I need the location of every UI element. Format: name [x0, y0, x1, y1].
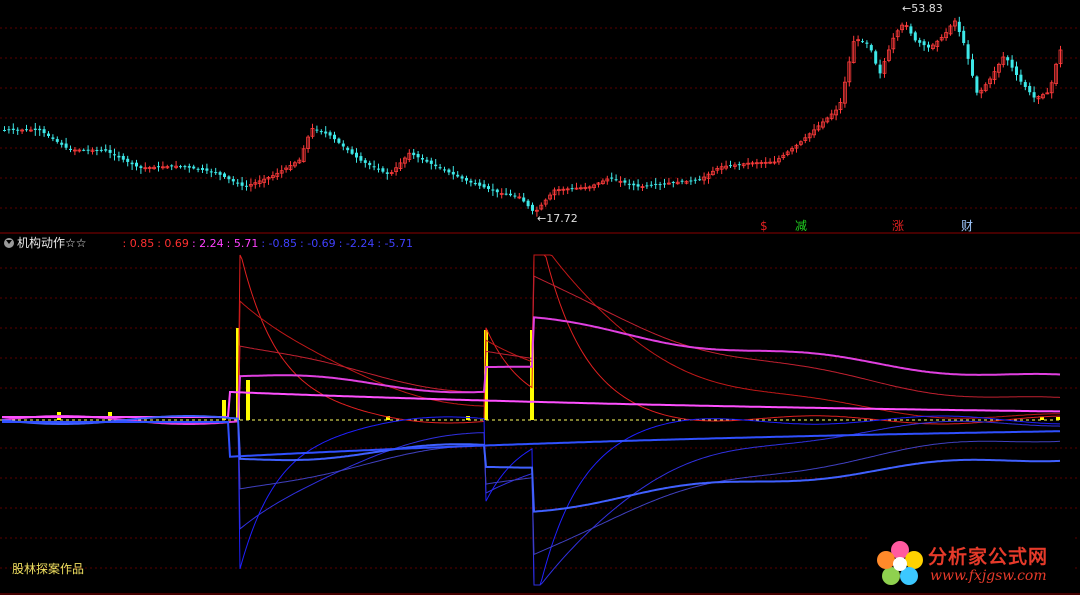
signal-tag-jian: 减 [795, 219, 808, 233]
signal-tag-dollar: $ [760, 219, 768, 233]
flower-logo-icon [877, 541, 923, 585]
indicator-header: 机构动作☆☆: 0.85: 0.69: 2.24: 5.71: -0.85: -… [4, 236, 416, 250]
indicator-value: : 0.69 [157, 237, 189, 250]
volume-bar [246, 380, 250, 420]
volume-bar [1040, 417, 1044, 420]
site-watermark: 分析家公式网 www.fxjgsw.com [868, 536, 1074, 590]
signal-tag-zhang: 涨 [892, 219, 905, 233]
indicator-value: : -5.71 [377, 237, 414, 250]
indicator-value: : 0.85 [122, 237, 155, 250]
high-price-label: ←53.83 [902, 2, 943, 15]
indicator-value: : -2.24 [338, 237, 375, 250]
lower-avg-line [2, 421, 1061, 458]
indicator-chart[interactable] [0, 0, 1080, 595]
watermark-cn: 分析家公式网 [928, 546, 1049, 568]
indicator-title[interactable]: 机构动作☆☆ [17, 236, 87, 250]
author-credit: 股林探案作品 [12, 562, 85, 576]
indicator-value: : -0.85 [261, 237, 298, 250]
collapse-icon[interactable] [4, 238, 14, 248]
volume-bar [1056, 417, 1060, 420]
watermark-en: www.fxjgsw.com [930, 568, 1047, 584]
low-price-label: ←17.72 [537, 212, 578, 225]
indicator-value: : 5.71 [226, 237, 259, 250]
indicator-value: : 2.24 [191, 237, 224, 250]
indicator-value: : -0.69 [300, 237, 336, 250]
lower-line [1, 415, 1061, 556]
signal-tag-cai: 财 [961, 219, 974, 233]
stock-chart-window: ←53.83 ←17.72 $ 减 涨 财 机构动作☆☆ : 0.85: 0.69… [0, 0, 1080, 595]
lower-line [1, 415, 1061, 513]
